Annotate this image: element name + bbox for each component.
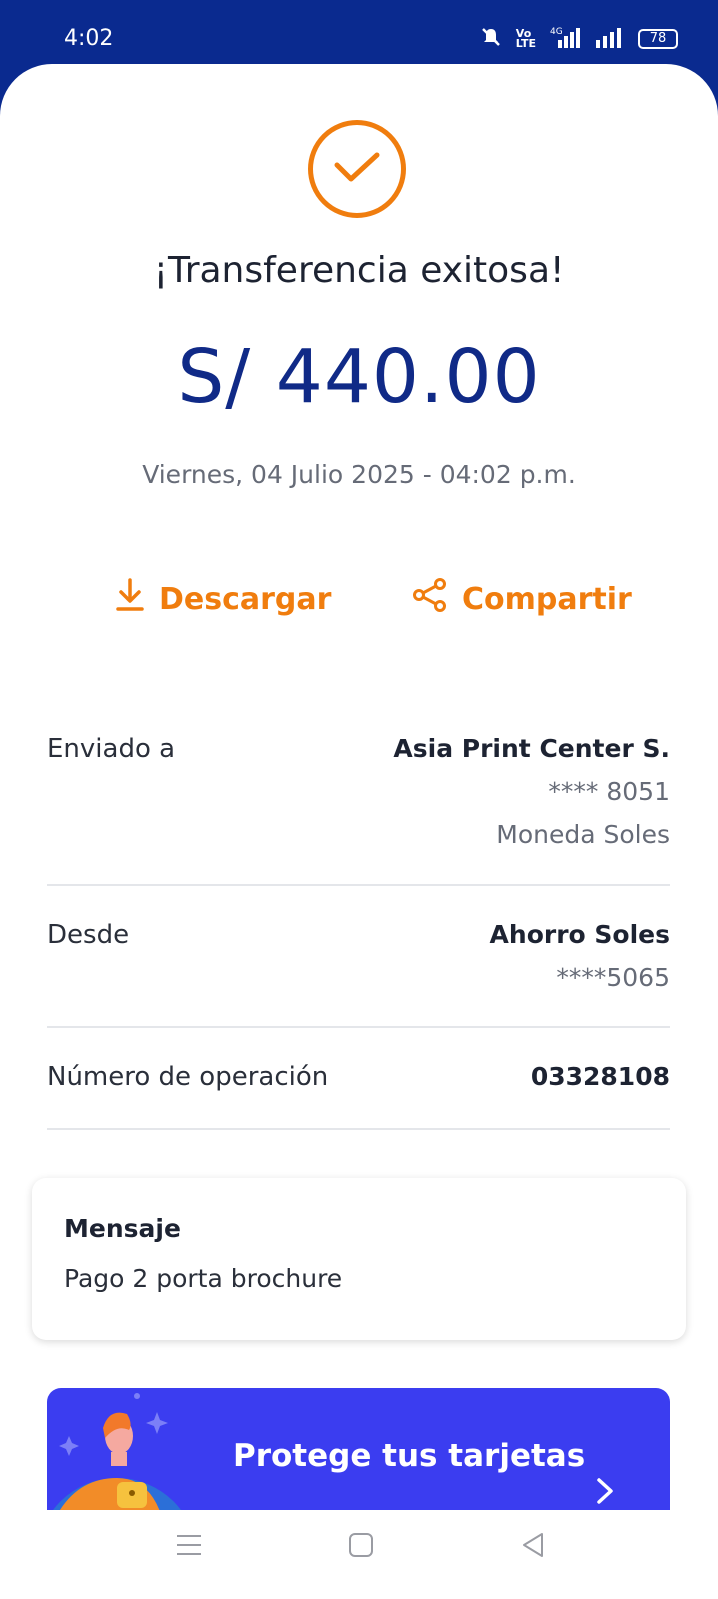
download-icon [115,578,145,620]
message-card: Mensaje Pago 2 porta brochure [32,1178,686,1340]
signal-4g-icon: 4G [550,26,582,52]
operation-values: 03328108 [531,1062,670,1091]
detail-row-sent-to: Enviado a Asia Print Center S. **** 8051… [47,718,670,886]
operation-label: Número de operación [47,1062,329,1092]
bell-muted-icon [480,26,502,52]
volte-icon: Vo LTE [515,27,536,50]
status-time: 4:02 [64,26,114,51]
transfer-amount: S/ 440.00 [177,334,541,420]
recipient-account: **** 8051 [548,777,670,806]
download-label: Descargar [159,581,332,617]
back-icon[interactable] [520,1532,546,1562]
source-account-number: ****5065 [556,963,670,992]
download-button[interactable]: Descargar [115,578,331,620]
transfer-date: Viernes, 04 Julio 2025 - 04:02 p.m. [142,460,576,489]
battery-level: 78 [649,31,667,46]
recipient-currency: Moneda Soles [496,820,670,849]
home-icon[interactable] [348,1532,374,1562]
success-check-icon [308,120,406,218]
share-icon [412,578,448,620]
promo-banner[interactable]: Protege tus tarjetas [47,1388,670,1510]
svg-text:4G: 4G [550,27,563,37]
share-label: Compartir [462,581,632,617]
share-button[interactable]: Compartir [412,578,632,620]
sent-to-values: Asia Print Center S. **** 8051 Moneda So… [393,734,670,849]
status-bar: 4:02 Vo LTE 4G 78 [0,0,718,68]
recipient-name: Asia Print Center S. [393,734,670,763]
menu-icon[interactable] [176,1532,202,1562]
promo-banner-text: Protege tus tarjetas [233,1438,586,1474]
status-icons: Vo LTE 4G 78 [480,26,678,52]
receipt-sheet: ¡Transferencia exitosa! S/ 440.00 Vierne… [0,64,718,1510]
detail-row-from: Desde Ahorro Soles ****5065 [47,886,670,1028]
source-account-name: Ahorro Soles [489,920,670,949]
from-values: Ahorro Soles ****5065 [490,920,670,992]
message-title: Mensaje [64,1214,181,1243]
signal-icon [596,26,624,52]
detail-row-operation: Número de operación 03328108 [47,1028,670,1130]
from-label: Desde [47,920,130,950]
message-text: Pago 2 porta brochure [64,1264,343,1293]
battery-icon: 78 [638,29,678,49]
sent-to-label: Enviado a [47,734,176,764]
operation-number: 03328108 [530,1062,670,1091]
chevron-right-icon [595,1476,615,1510]
success-title: ¡Transferencia exitosa! [153,250,565,291]
promo-illustration [53,1393,181,1510]
system-nav-bar [0,1510,718,1599]
